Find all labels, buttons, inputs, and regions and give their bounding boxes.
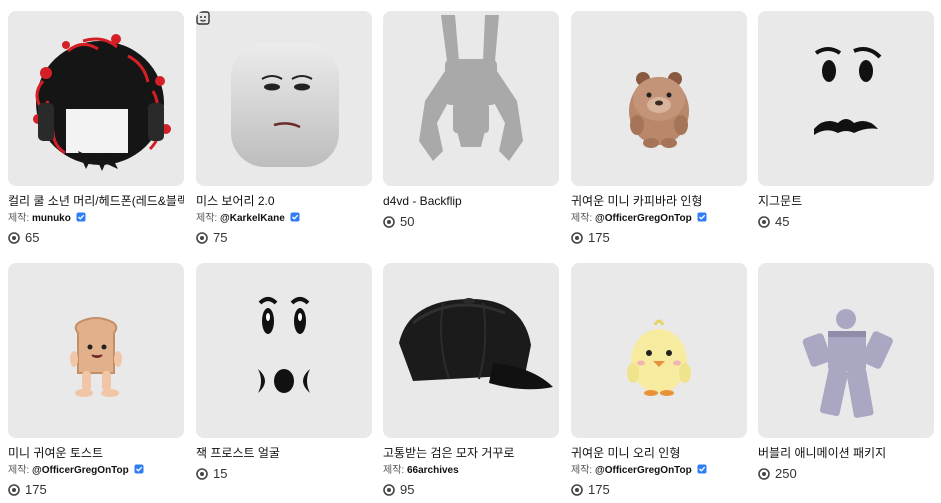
item-price: 175 — [8, 482, 184, 498]
creator-prefix: 제작: — [571, 213, 593, 224]
item-card[interactable]: d4vd - Backflip 50 — [383, 11, 559, 230]
item-card[interactable]: 잭 프로스트 얼굴 15 — [196, 263, 372, 482]
item-price: 65 — [8, 230, 184, 246]
item-name[interactable]: 미스 보어리 2.0 — [196, 194, 372, 209]
item-price: 15 — [196, 466, 372, 482]
robux-icon — [196, 232, 208, 244]
item-name[interactable]: 귀여운 미니 오리 인형 — [571, 446, 747, 461]
item-price: 45 — [758, 214, 934, 230]
robux-icon — [571, 232, 583, 244]
creator-prefix: 제작: — [571, 465, 593, 476]
creator-name[interactable]: 66archives — [407, 465, 459, 476]
item-thumbnail[interactable] — [571, 11, 747, 186]
item-card[interactable]: 고통받는 검은 모자 거꾸로 제작: 66archives 95 — [383, 263, 559, 498]
creator-prefix: 제작: — [196, 213, 218, 224]
price-value: 50 — [400, 214, 415, 229]
price-value: 75 — [213, 230, 228, 245]
backflip-animation-thumbnail — [419, 15, 523, 161]
item-price: 175 — [571, 230, 747, 246]
robux-icon — [196, 468, 208, 480]
item-thumbnail[interactable] — [383, 263, 559, 438]
robux-icon — [383, 484, 395, 496]
robux-icon — [383, 216, 395, 228]
item-name[interactable]: 잭 프로스트 얼굴 — [196, 446, 372, 461]
creator-prefix: 제작: — [8, 213, 30, 224]
item-thumbnail[interactable] — [758, 263, 934, 438]
item-thumbnail[interactable] — [8, 11, 184, 186]
item-name[interactable]: 귀여운 미니 카피바라 인형 — [571, 194, 747, 209]
creator-name[interactable]: munuko — [32, 213, 71, 224]
robux-icon — [758, 468, 770, 480]
item-name[interactable]: 컬리 쿨 소년 머리/헤드폰(레드&블랙) — [8, 194, 184, 209]
creator-name[interactable]: @OfficerGregOnTop — [32, 465, 129, 476]
price-value: 175 — [588, 230, 610, 245]
robux-icon — [571, 484, 583, 496]
item-price: 50 — [383, 214, 559, 230]
creator-prefix: 제작: — [8, 465, 30, 476]
item-card[interactable]: 미니 귀여운 토스트 제작: @OfficerGregOnTop 175 — [8, 263, 184, 498]
price-value: 65 — [25, 230, 40, 245]
creator-prefix: 제작: — [383, 465, 405, 476]
item-price: 95 — [383, 482, 559, 498]
item-thumbnail[interactable] — [8, 263, 184, 438]
robux-icon — [758, 216, 770, 228]
verified-badge-icon — [76, 212, 86, 222]
item-price: 250 — [758, 466, 934, 482]
price-value: 250 — [775, 466, 797, 481]
item-price: 175 — [571, 482, 747, 498]
bored-face-head-thumbnail — [231, 43, 339, 167]
item-creator: 제작: @OfficerGregOnTop — [571, 212, 747, 225]
item-thumbnail[interactable] — [758, 11, 934, 186]
item-thumbnail[interactable] — [196, 263, 372, 438]
item-card[interactable]: 버블리 애니메이션 패키지 250 — [758, 263, 934, 482]
creator-name[interactable]: @KarkelKane — [220, 213, 285, 224]
item-thumbnail[interactable] — [383, 11, 559, 186]
item-card[interactable]: 컬리 쿨 소년 머리/헤드폰(레드&블랙) 제작: munuko 65 — [8, 11, 184, 246]
price-value: 175 — [588, 482, 610, 497]
price-value: 175 — [25, 482, 47, 497]
dynamic-head-icon — [196, 11, 210, 25]
item-price: 75 — [196, 230, 372, 246]
capybara-plush-thumbnail — [629, 72, 689, 148]
item-thumbnail[interactable] — [571, 263, 747, 438]
item-creator: 제작: munuko — [8, 212, 184, 225]
verified-badge-icon — [134, 464, 144, 474]
verified-badge-icon — [697, 464, 707, 474]
item-card[interactable]: 귀여운 미니 오리 인형 제작: @OfficerGregOnTop 175 — [571, 263, 747, 498]
item-creator: 제작: @KarkelKane — [196, 212, 372, 225]
item-name[interactable]: 미니 귀여운 토스트 — [8, 446, 184, 461]
item-name[interactable]: 고통받는 검은 모자 거꾸로 — [383, 446, 559, 461]
hair-thumbnail — [33, 34, 171, 171]
bubbly-animation-thumbnail — [802, 309, 893, 418]
jack-frost-face-thumbnail — [258, 297, 310, 393]
price-value: 45 — [775, 214, 790, 229]
robux-icon — [8, 484, 20, 496]
verified-badge-icon — [697, 212, 707, 222]
price-value: 95 — [400, 482, 415, 497]
mustache-face-thumbnail — [814, 47, 882, 135]
item-name[interactable]: d4vd - Backflip — [383, 194, 559, 209]
item-card[interactable]: 귀여운 미니 카피바라 인형 제작: @OfficerGregOnTop 175 — [571, 11, 747, 246]
creator-name[interactable]: @OfficerGregOnTop — [595, 213, 692, 224]
verified-badge-icon — [290, 212, 300, 222]
item-card[interactable]: 미스 보어리 2.0 제작: @KarkelKane 75 — [196, 11, 372, 246]
catalog-grid: 컬리 쿨 소년 머리/헤드폰(레드&블랙) 제작: munuko 65 미스 보 — [0, 0, 941, 503]
item-creator: 제작: @OfficerGregOnTop — [8, 464, 184, 477]
creator-name[interactable]: @OfficerGregOnTop — [595, 465, 692, 476]
duck-plush-thumbnail — [627, 319, 691, 396]
black-cap-thumbnail — [399, 298, 553, 390]
item-name[interactable]: 버블리 애니메이션 패키지 — [758, 446, 934, 461]
item-thumbnail[interactable] — [196, 11, 372, 186]
toast-plush-thumbnail — [70, 317, 122, 397]
item-name[interactable]: 지그문트 — [758, 194, 934, 209]
item-card[interactable]: 지그문트 45 — [758, 11, 934, 230]
item-creator: 제작: @OfficerGregOnTop — [571, 464, 747, 477]
robux-icon — [8, 232, 20, 244]
price-value: 15 — [213, 466, 228, 481]
item-creator: 제작: 66archives — [383, 464, 559, 477]
